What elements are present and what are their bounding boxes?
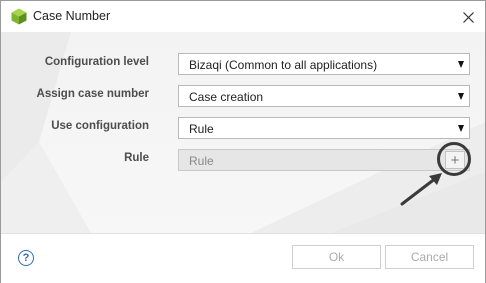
close-button[interactable] — [457, 6, 479, 28]
close-icon — [462, 11, 474, 23]
configuration-level-label: Configuration level — [44, 56, 149, 68]
rule-label: Rule — [124, 152, 149, 164]
rule-field: Rule — [178, 149, 470, 171]
dropdown-arrow-icon — [458, 61, 464, 68]
use-configuration-select[interactable]: Rule — [178, 117, 470, 139]
assign-case-number-label: Assign case number — [36, 88, 149, 100]
assign-case-number-value: Case creation — [189, 90, 264, 104]
dropdown-arrow-icon — [458, 125, 464, 132]
dropdown-arrow-icon — [458, 93, 464, 100]
title-bar[interactable]: Case Number — [1, 1, 485, 32]
bizagi-cube-icon — [11, 8, 27, 25]
help-symbol: ? — [22, 252, 30, 264]
annotation-arrow-icon — [400, 173, 442, 206]
help-icon[interactable]: ? — [18, 250, 34, 266]
ok-button[interactable]: Ok — [292, 245, 381, 269]
window-title: Case Number — [33, 9, 111, 23]
configuration-level-value: Bizaqi (Common to all applications) — [189, 58, 378, 72]
use-configuration-label: Use configuration — [51, 120, 149, 132]
assign-case-number-select[interactable]: Case creation — [178, 85, 470, 107]
use-configuration-value: Rule — [189, 122, 214, 136]
configuration-level-select[interactable]: Bizaqi (Common to all applications) — [178, 53, 470, 75]
form-area: Configuration level Bizaqi (Common to al… — [1, 32, 485, 233]
cancel-button[interactable]: Cancel — [385, 245, 474, 269]
rule-field-value: Rule — [189, 154, 214, 168]
dialog-footer: ? Ok Cancel — [1, 233, 485, 283]
case-number-dialog: Case Number Configuration level Bizaqi (… — [0, 0, 486, 283]
